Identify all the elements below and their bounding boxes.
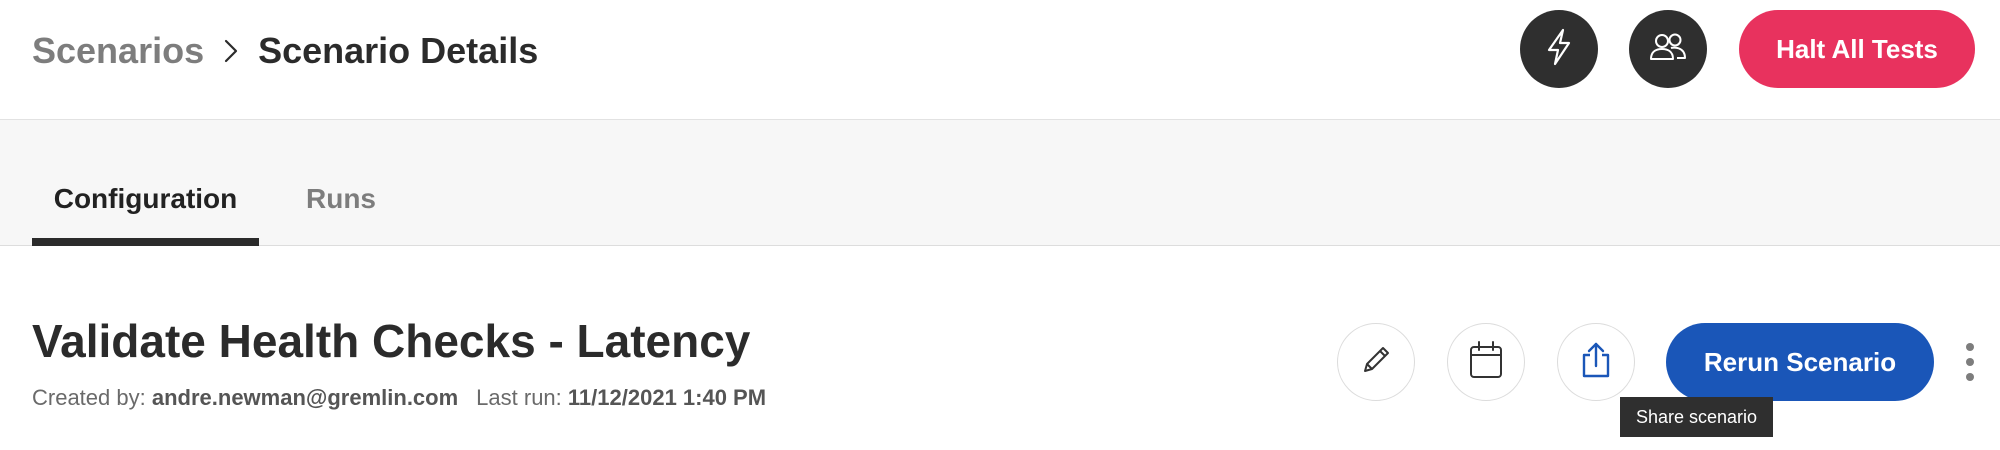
pencil-icon — [1356, 340, 1396, 385]
lightning-button[interactable] — [1520, 10, 1598, 88]
created-by-label: Created by: — [32, 385, 146, 410]
schedule-button[interactable] — [1447, 323, 1525, 401]
share-scenario-tooltip: Share scenario — [1620, 397, 1773, 437]
more-vertical-icon — [1966, 343, 1974, 351]
share-button[interactable] — [1557, 323, 1635, 401]
more-options-button[interactable] — [1956, 337, 1984, 387]
tab-runs[interactable]: Runs — [306, 120, 376, 246]
rerun-scenario-button[interactable]: Rerun Scenario — [1666, 323, 1934, 401]
last-run-label: Last run: — [476, 385, 562, 410]
breadcrumb: Scenarios Scenario Details — [32, 28, 538, 74]
created-by-value: andre.newman@gremlin.com — [151, 385, 459, 410]
team-button[interactable] — [1629, 10, 1707, 88]
last-run-value: 11/12/2021 1:40 PM — [567, 385, 767, 410]
calendar-icon — [1466, 339, 1506, 386]
share-icon — [1577, 339, 1615, 386]
scenario-title: Validate Health Checks - Latency — [32, 315, 751, 367]
top-header: Scenarios Scenario Details Halt All Test — [0, 0, 2000, 120]
halt-all-tests-button[interactable]: Halt All Tests — [1739, 10, 1975, 88]
team-icon — [1647, 31, 1689, 68]
scenario-meta: Created by: andre.newman@gremlin.com Las… — [32, 385, 766, 411]
page-title: Scenario Details — [258, 30, 539, 71]
tab-configuration[interactable]: Configuration — [32, 120, 259, 246]
tab-bar: Configuration Runs — [0, 120, 2000, 246]
lightning-bolt-icon — [1542, 27, 1576, 72]
edit-button[interactable] — [1337, 323, 1415, 401]
chevron-right-icon — [218, 38, 244, 64]
breadcrumb-scenarios-link[interactable]: Scenarios — [32, 30, 204, 72]
page: Scenarios Scenario Details Halt All Test — [0, 0, 2000, 450]
